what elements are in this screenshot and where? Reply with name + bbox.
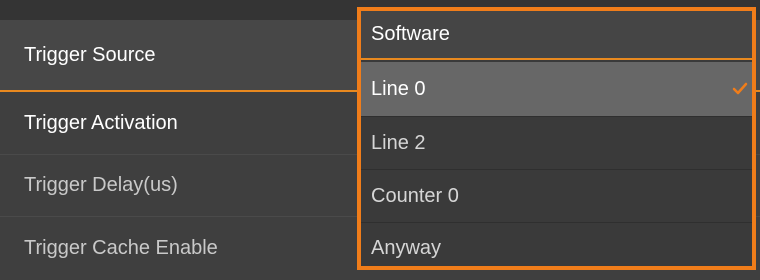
property-label-trigger-delay: Trigger Delay(us) [24, 174, 178, 196]
dropdown-current-label: Software [371, 23, 450, 45]
dropdown-option-label: Counter 0 [371, 184, 459, 207]
dropdown-option-label: Line 2 [371, 131, 426, 154]
dropdown-option-anyway[interactable]: Anyway [361, 223, 752, 266]
property-label-trigger-source: Trigger Source [24, 43, 156, 66]
dropdown-option-line-2[interactable]: Line 2 [361, 117, 752, 170]
trigger-source-dropdown[interactable]: Software Line 0 Line 2 Counter 0 Anyway [357, 7, 756, 270]
check-icon [732, 82, 748, 95]
dropdown-option-line-0[interactable]: Line 0 [361, 62, 752, 117]
property-panel: Trigger Source Trigger Activation Trigge… [0, 0, 760, 280]
property-label-trigger-activation: Trigger Activation [24, 111, 178, 134]
dropdown-option-label: Anyway [371, 237, 442, 259]
dropdown-current-value[interactable]: Software [361, 11, 752, 60]
dropdown-option-label: Line 0 [371, 77, 426, 100]
property-label-trigger-cache-enable: Trigger Cache Enable [24, 237, 218, 259]
dropdown-option-counter-0[interactable]: Counter 0 [361, 170, 752, 223]
